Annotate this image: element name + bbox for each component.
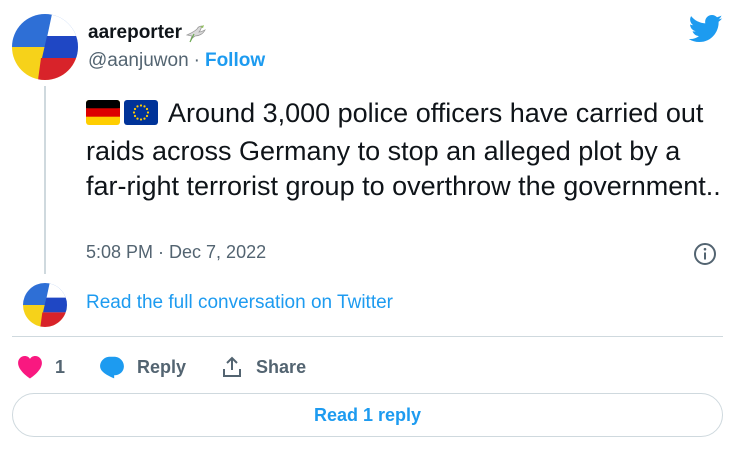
read-full-conversation-link[interactable]: Read the full conversation on Twitter [86,292,393,314]
divider [12,336,723,337]
author-avatar-small[interactable] [23,283,67,327]
reply-label: Reply [137,356,187,377]
author-avatar[interactable] [12,14,78,80]
tweet-timestamp[interactable]: 5:08 PM · Dec 7, 2022 [86,242,266,263]
author-handle-row: @aanjuwon · Follow [88,50,265,72]
dove-icon [185,23,207,43]
tweet-text: Around 3,000 police officers have carrie… [86,96,726,204]
ukraine-russia-flag-avatar-small-icon [23,283,67,327]
like-button[interactable]: 1 [17,355,65,379]
tweet-body-text: Around 3,000 police officers have carrie… [86,98,721,201]
share-label: Share [256,356,307,377]
like-count: 1 [55,356,66,377]
follow-button[interactable]: Follow [205,50,265,72]
reply-button[interactable]: Reply [99,355,186,379]
author-handle[interactable]: @aanjuwon [88,50,189,72]
author-display-name[interactable]: aareporter [88,22,182,44]
share-button[interactable]: Share [220,355,306,379]
reply-bubble-icon [100,356,124,379]
handle-separator: · [193,50,200,71]
thread-line [44,86,46,274]
heart-icon [18,356,42,379]
info-icon[interactable] [693,242,717,266]
read-replies-button[interactable]: Read 1 reply [12,393,723,437]
action-bar: 1 Reply Share [12,352,306,382]
share-upload-icon [223,356,242,377]
author-name-row: aareporter [88,22,207,44]
ukraine-russia-flag-avatar-icon [12,14,78,80]
germany-flag-icon [86,99,120,134]
eu-flag-icon [124,99,158,134]
twitter-bird-icon[interactable] [688,14,723,44]
